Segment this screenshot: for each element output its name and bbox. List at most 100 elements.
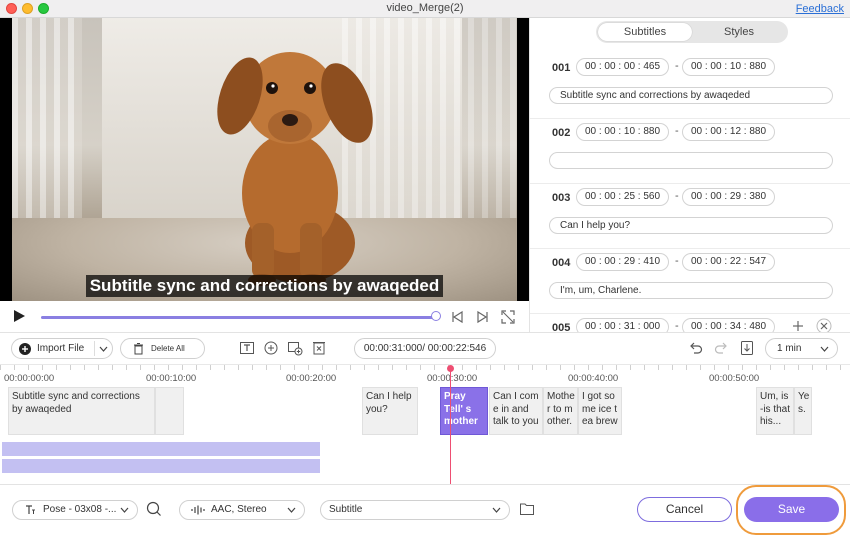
previous-subtitle-button[interactable] (450, 310, 464, 324)
timeline-clip[interactable]: Um, is -is that his... (756, 387, 794, 435)
timeline-clip[interactable]: Ye s. (794, 387, 812, 435)
delete-subtitle-button[interactable] (311, 340, 327, 356)
cancel-button[interactable]: Cancel (637, 497, 732, 522)
progress-knob[interactable] (431, 311, 441, 321)
save-button[interactable]: Save (744, 497, 839, 522)
playhead-line[interactable] (450, 369, 451, 484)
audio-select[interactable]: AAC, Stereo (179, 500, 305, 520)
timeline-clip-selected[interactable]: Pray Tell' s mother (440, 387, 488, 435)
subtitle-text-field[interactable]: Subtitle sync and corrections by awaqede… (549, 87, 833, 104)
start-time-field[interactable]: 00 : 00 : 10 : 880 (576, 123, 669, 141)
fullscreen-button[interactable] (501, 310, 515, 324)
subtitle-text-field[interactable] (549, 152, 833, 169)
sync-subtitle-button[interactable] (263, 340, 279, 356)
playhead-handle[interactable] (447, 365, 454, 372)
feedback-link[interactable]: Feedback (796, 3, 844, 15)
redo-icon (714, 342, 727, 354)
play-button[interactable] (12, 309, 26, 323)
subtitle-select[interactable]: Subtitle (320, 500, 510, 520)
entry-number: 005 (552, 322, 571, 332)
audio-track-bar[interactable] (2, 442, 320, 456)
play-icon (14, 310, 25, 322)
file-export-icon (741, 341, 753, 355)
undo-icon (690, 342, 703, 354)
text-format-icon (26, 505, 35, 514)
end-time-field[interactable]: 00 : 00 : 10 : 880 (682, 58, 775, 76)
timeline-clip[interactable] (155, 387, 184, 435)
timeline-clip[interactable]: Can I help you? (362, 387, 418, 435)
export-subtitle-button[interactable] (739, 340, 755, 356)
ruler-label: 00:00:00:00 (4, 373, 55, 384)
start-time-field[interactable]: 00 : 00 : 00 : 465 (576, 58, 669, 76)
end-time-field[interactable]: 00 : 00 : 34 : 480 (682, 318, 775, 332)
video-preview[interactable]: Subtitle sync and corrections by awaqede… (0, 18, 529, 301)
tab-subtitles[interactable]: Subtitles (598, 23, 692, 41)
timeline-clip[interactable]: I got so me ice t ea brew (578, 387, 622, 435)
start-time-field[interactable]: 00 : 00 : 25 : 560 (576, 188, 669, 206)
progress-track[interactable] (41, 316, 436, 319)
subtitle-entry[interactable]: 001 00 : 00 : 00 : 465 - 00 : 00 : 10 : … (530, 54, 850, 119)
start-time-field[interactable]: 00 : 00 : 29 : 410 (576, 253, 669, 271)
close-icon (816, 318, 832, 332)
trash-icon (134, 343, 143, 355)
timeline-toolbar: Import File Delete All 00:00:31:000/ 00:… (0, 332, 850, 364)
end-time-field[interactable]: 00 : 00 : 12 : 880 (682, 123, 775, 141)
ruler-label: 00:00:40:00 (568, 373, 619, 384)
timeline[interactable]: 00:00:00:00 00:00:10:00 00:00:20:00 00:0… (0, 364, 850, 484)
chevron-down-icon (820, 346, 829, 352)
skip-forward-icon (477, 310, 488, 324)
chevron-down-icon (120, 507, 129, 513)
end-time-field[interactable]: 00 : 00 : 22 : 547 (682, 253, 775, 271)
dog-image (217, 52, 373, 286)
text-box-icon (240, 342, 254, 354)
format-value: Pose - 03x08 -... (43, 504, 117, 515)
next-subtitle-button[interactable] (476, 310, 490, 324)
skip-back-icon (452, 310, 463, 324)
time-dash: - (675, 60, 679, 72)
chevron-down-icon[interactable] (99, 346, 108, 352)
time-dash: - (675, 125, 679, 137)
timeline-clip[interactable]: Mothe r to m other. (543, 387, 578, 435)
import-file-button[interactable]: Import File (11, 338, 113, 359)
delete-all-button[interactable]: Delete All (120, 338, 205, 359)
insert-subtitle-button[interactable] (287, 340, 303, 356)
tab-styles[interactable]: Styles (692, 23, 786, 41)
delete-all-label: Delete All (151, 344, 185, 353)
add-text-button[interactable] (239, 340, 255, 356)
plus-icon (793, 321, 803, 331)
subtitle-entry[interactable]: 003 00 : 00 : 25 : 560 - 00 : 00 : 29 : … (530, 184, 850, 249)
subtitle-entry[interactable]: 002 00 : 00 : 10 : 880 - 00 : 00 : 12 : … (530, 119, 850, 184)
subtitle-entry-selected[interactable]: 005 00 : 00 : 31 : 000 - 00 : 00 : 34 : … (530, 314, 850, 332)
format-select[interactable]: Pose - 03x08 -... (12, 500, 138, 520)
time-dash: - (675, 190, 679, 202)
timeline-clip[interactable]: Can I com e in and talk to you (489, 387, 543, 435)
plus-circle-icon (19, 343, 31, 355)
zoom-select[interactable]: 1 min (765, 338, 838, 359)
ruler-label: 00:00:20:00 (286, 373, 337, 384)
import-file-label: Import File (37, 343, 85, 354)
audio-track-bar[interactable] (2, 459, 320, 473)
timeline-clip[interactable]: Subtitle sync and corrections by awaqede… (8, 387, 155, 435)
search-button[interactable] (146, 501, 162, 517)
redo-button[interactable] (713, 340, 729, 356)
curtain-left (12, 18, 82, 243)
audio-wave-icon (191, 505, 205, 515)
ruler-label: 00:00:50:00 (709, 373, 760, 384)
subtitle-text-field[interactable]: I'm, um, Charlene. (549, 282, 833, 299)
start-time-field[interactable]: 00 : 00 : 31 : 000 (576, 318, 669, 332)
subtitle-entry[interactable]: 004 00 : 00 : 29 : 410 - 00 : 00 : 22 : … (530, 249, 850, 314)
remove-subtitle-button[interactable] (816, 318, 832, 332)
entry-number: 001 (552, 62, 571, 74)
open-folder-button[interactable] (519, 502, 535, 518)
timecode-display: 00:00:31:000/ 00:00:22:546 (354, 338, 496, 359)
video-frame: Subtitle sync and corrections by awaqede… (12, 18, 517, 301)
subtitle-text-field[interactable]: Can I help you? (549, 217, 833, 234)
time-dash: - (675, 255, 679, 267)
button-divider (94, 341, 95, 356)
sync-icon (264, 341, 278, 355)
add-subtitle-button[interactable] (790, 318, 806, 332)
subtitle-value: Subtitle (329, 504, 363, 515)
end-time-field[interactable]: 00 : 00 : 29 : 380 (682, 188, 775, 206)
ruler-label: 00:00:30:00 (427, 373, 478, 384)
undo-button[interactable] (688, 340, 704, 356)
